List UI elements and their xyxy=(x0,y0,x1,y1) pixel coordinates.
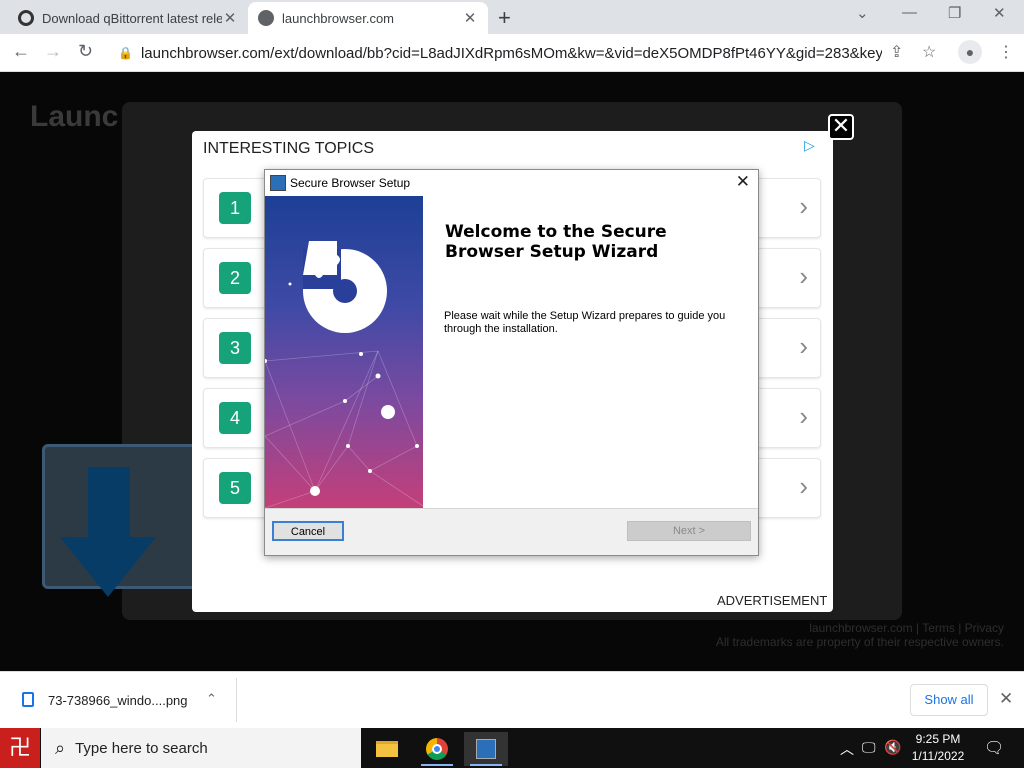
tray-chevron-up-icon[interactable]: ︿ xyxy=(840,739,854,759)
download-shelf: 73-738966_windo....png ⌃ Show all ✕ xyxy=(0,671,1024,728)
qbittorrent-icon xyxy=(18,10,34,26)
dialog-close-button[interactable]: ✕ xyxy=(736,172,750,192)
wizard-banner-graphic xyxy=(265,241,423,508)
new-tab-button[interactable]: + xyxy=(498,5,511,31)
back-icon[interactable]: ← xyxy=(12,41,30,62)
topic-number: 5 xyxy=(219,472,251,504)
running-indicator xyxy=(470,764,502,766)
minimize-button[interactable]: — xyxy=(902,4,917,21)
wizard-banner-image xyxy=(265,196,423,508)
shelf-divider xyxy=(236,678,237,722)
close-ad-button[interactable]: ✕ xyxy=(828,114,854,140)
setup-app[interactable] xyxy=(464,732,508,766)
bookmark-star-icon[interactable]: ☆ xyxy=(922,42,936,62)
url-text: launchbrowser.com/ext/download/bb?cid=L8… xyxy=(140,44,882,62)
lock-icon[interactable]: 🔒 xyxy=(118,46,133,60)
installer-icon xyxy=(476,739,496,760)
address-bar[interactable]: 🔒 launchbrowser.com/ext/download/bb?cid=… xyxy=(112,39,882,67)
download-arrow-stem xyxy=(88,467,130,547)
menu-kebab-icon[interactable]: ⋮ xyxy=(998,42,1014,62)
tab-label: launchbrowser.com xyxy=(282,10,394,26)
tab-launchbrowser[interactable]: launchbrowser.com ✕ xyxy=(248,2,488,34)
tab-qbittorrent[interactable]: Download qBittorrent latest relea ✕ xyxy=(8,2,248,34)
clock-time: 9:25 PM xyxy=(915,732,961,746)
forward-icon[interactable]: → xyxy=(44,41,62,62)
tab-label: Download qBittorrent latest relea xyxy=(42,10,222,26)
topic-number: 1 xyxy=(219,192,251,224)
chevron-right-icon: › xyxy=(799,401,808,431)
reload-icon[interactable]: ↻ xyxy=(78,41,93,62)
next-button[interactable]: Next > xyxy=(627,521,751,541)
cancel-button[interactable]: Cancel xyxy=(272,521,344,541)
chrome-icon xyxy=(426,738,448,761)
dialog-titlebar[interactable]: Secure Browser Setup xyxy=(265,170,758,196)
clock-date: 1/11/2022 xyxy=(911,749,965,763)
image-file-icon xyxy=(22,692,34,707)
window-close-button[interactable]: ✕ xyxy=(993,4,1006,22)
wizard-content: Welcome to the Secure Browser Setup Wiza… xyxy=(423,196,758,508)
taskbar-search-box[interactable]: ⌕ Type here to search xyxy=(41,728,361,768)
wizard-description: Please wait while the Setup Wizard prepa… xyxy=(444,310,726,335)
chevron-right-icon: › xyxy=(799,191,808,221)
tab-close-icon[interactable]: ✕ xyxy=(462,9,478,27)
system-clock[interactable]: 9:25 PM 1/11/2022 xyxy=(900,731,976,765)
topic-number: 2 xyxy=(219,262,251,294)
setup-dialog: Secure Browser Setup ✕ Welcome to the Se… xyxy=(264,169,759,556)
shelf-close-icon[interactable]: ✕ xyxy=(999,689,1013,709)
profile-avatar[interactable]: ● xyxy=(958,40,982,64)
dialog-title: Secure Browser Setup xyxy=(290,176,411,190)
network-icon[interactable]: 🖵 xyxy=(862,739,876,756)
chevron-right-icon: › xyxy=(799,261,808,291)
share-icon[interactable]: ⇪ xyxy=(890,42,903,62)
maximize-button[interactable]: ❐ xyxy=(948,4,961,22)
notification-icon[interactable]: 🗨 xyxy=(984,738,1004,758)
chevron-right-icon: › xyxy=(799,331,808,361)
search-placeholder: Type here to search xyxy=(75,739,208,757)
chevron-up-icon[interactable]: ⌃ xyxy=(206,691,217,707)
chevron-right-icon: › xyxy=(799,471,808,501)
topic-number: 4 xyxy=(219,402,251,434)
tab-close-icon[interactable]: ✕ xyxy=(222,9,238,27)
dialog-separator xyxy=(265,508,758,509)
chrome-app[interactable] xyxy=(415,732,459,766)
show-all-button[interactable]: Show all xyxy=(910,684,988,716)
advertisement-label: ADVERTISEMENT xyxy=(717,593,828,608)
globe-icon xyxy=(258,10,274,26)
tab-search-icon[interactable]: ⌄ xyxy=(856,4,869,22)
footer-links[interactable]: launchbrowser.com | Terms | Privacy xyxy=(700,621,1004,635)
download-filename[interactable]: 73-738966_windo....png xyxy=(48,693,188,708)
topic-number: 3 xyxy=(219,332,251,364)
wizard-heading: Welcome to the Secure Browser Setup Wiza… xyxy=(445,222,667,262)
download-arrow-icon xyxy=(60,537,156,597)
running-indicator xyxy=(421,764,453,766)
footer-note: All trademarks are property of their res… xyxy=(715,635,1004,649)
adchoices-icon[interactable]: ▷ xyxy=(804,137,815,154)
search-icon: ⌕ xyxy=(55,737,66,758)
folder-icon xyxy=(376,741,398,758)
site-logo: Launc xyxy=(30,100,119,133)
file-explorer-app[interactable] xyxy=(365,732,409,766)
ad-title: INTERESTING TOPICS xyxy=(203,140,374,157)
installer-icon xyxy=(270,175,286,191)
volume-muted-icon[interactable]: 🔇 xyxy=(884,739,901,756)
start-button[interactable]: 卍 xyxy=(0,728,40,768)
